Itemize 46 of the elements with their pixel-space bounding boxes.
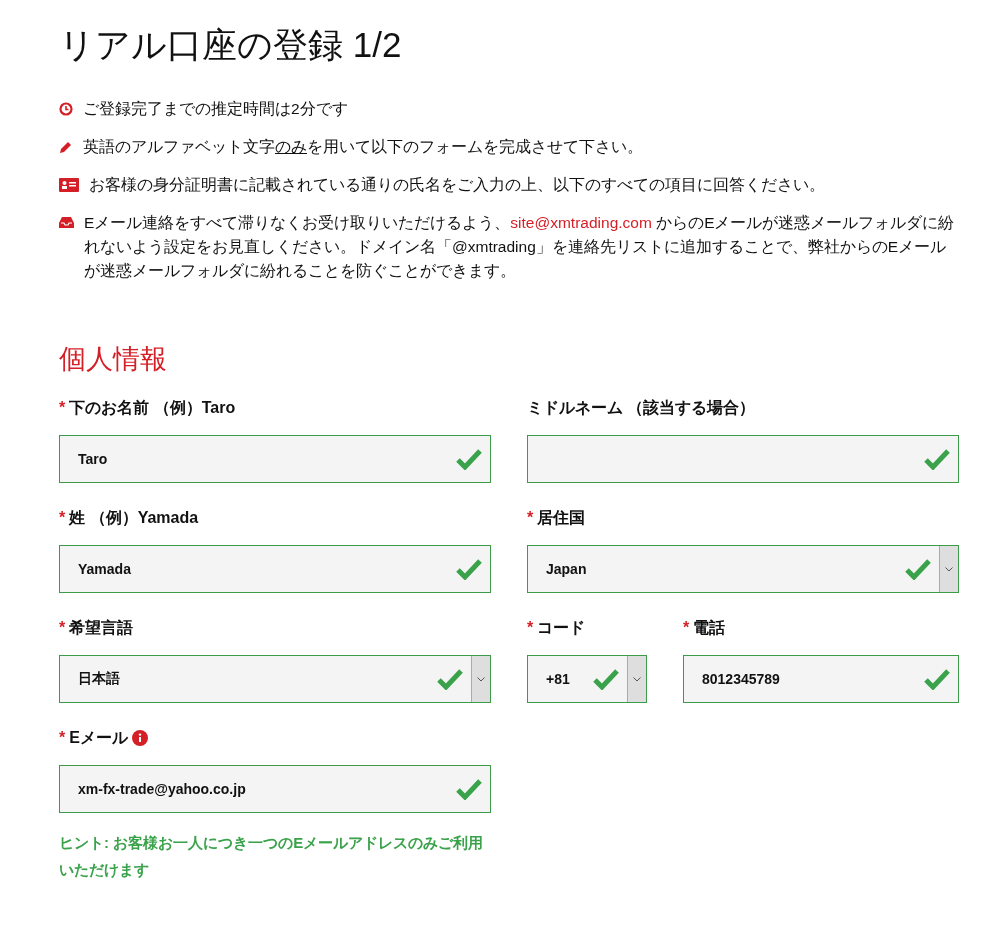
notice-text: お客様の身分証明書に記載されている通りの氏名をご入力の上、以下のすべての項目に回答ください。 (89, 175, 825, 195)
inbox-icon (59, 216, 74, 229)
hint-text: ヒント: お客様お一人につき一つのEメールアドレスのみご利用いただけます (59, 833, 485, 880)
input-field[interactable]: Yamada (59, 545, 491, 593)
check-icon (437, 668, 463, 690)
required-mark: * (527, 509, 534, 527)
select-field[interactable]: Japan (527, 545, 959, 593)
check-icon (924, 668, 950, 690)
check-icon (456, 558, 482, 580)
check-icon (924, 448, 950, 470)
required-mark: * (683, 619, 690, 637)
field-label: 電話 (693, 617, 726, 638)
required-mark: * (59, 509, 66, 527)
notice-text: Eメール連絡をすべて滞りなくお受け取りいただけるよう、site@xmtrading.com からのEメールが迷惑メールフォルダに紛れないよう設定をお見直しください。ドメイン名「@xmtrading」を連絡先リストに追加することで、弊社からのEメールが迷惑メールフォルダに紛れることを防ぐことができます。 (84, 213, 956, 281)
input-field[interactable] (527, 435, 959, 483)
id-card-icon (59, 178, 79, 192)
required-mark: * (527, 619, 534, 637)
notice-text: ご登録完了までの推定時間は2分です (83, 99, 348, 119)
input-field[interactable]: Taro (59, 435, 491, 483)
section-title: 個人情報 (59, 343, 168, 376)
field-label: 下のお名前 （例）Taro (69, 397, 236, 418)
chevron-down-icon (477, 676, 485, 682)
chevron-down-icon (945, 566, 953, 572)
required-mark: * (59, 399, 66, 417)
check-icon (456, 778, 482, 800)
field-label: コード (537, 617, 586, 638)
field-label: 希望言語 (69, 617, 134, 638)
field-label: 居住国 (537, 507, 586, 528)
clock-icon (59, 102, 73, 116)
field-label: 姓 （例）Yamada (69, 507, 199, 528)
notice-text: 英語のアルファベット文字のみを用いて以下のフォームを完成させて下さい。 (83, 137, 643, 157)
check-icon (456, 448, 482, 470)
input-field[interactable]: xm-fx-trade@yahoo.co.jp (59, 765, 491, 813)
page-title: リアル口座の登録 1/2 (59, 24, 403, 66)
field-label: ミドルネーム （該当する場合） (527, 397, 756, 418)
check-icon (905, 558, 931, 580)
select-field[interactable]: 日本語 (59, 655, 491, 703)
required-mark: * (59, 619, 66, 637)
chevron-down-icon (633, 676, 641, 682)
required-mark: * (59, 729, 66, 747)
pencil-icon (59, 140, 73, 154)
check-icon (593, 668, 619, 690)
select-field[interactable]: +81 (527, 655, 647, 703)
field-label: Eメール (69, 727, 128, 748)
email-link[interactable]: site@xmtrading.com (510, 214, 652, 231)
input-field[interactable]: 8012345789 (683, 655, 959, 703)
